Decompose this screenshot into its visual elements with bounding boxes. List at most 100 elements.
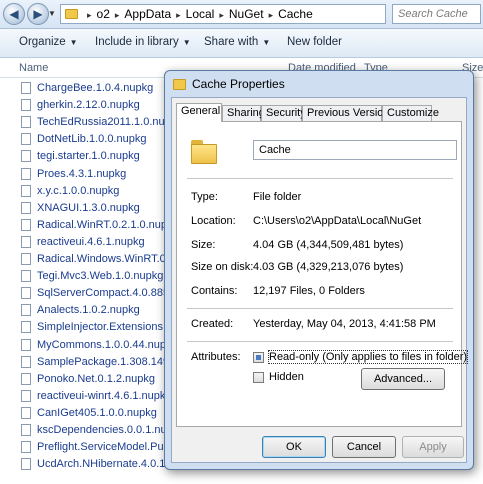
file-icon	[21, 458, 31, 471]
created-label: Created:	[191, 318, 234, 330]
forward-button[interactable]: ▶	[27, 3, 49, 25]
back-arrow-icon: ◀	[9, 7, 19, 21]
folder-name-field[interactable]: Cache	[253, 140, 457, 160]
file-name: TechEdRussia2011.1.0.nupkg	[37, 116, 183, 129]
file-icon	[21, 82, 31, 94]
file-icon	[21, 304, 31, 317]
file-name: CanIGet405.1.0.0.nupkg	[37, 406, 157, 419]
size-label: Size:	[191, 239, 216, 251]
breadcrumb-separator-icon[interactable]: ▸	[219, 6, 224, 23]
back-button[interactable]: ◀	[3, 3, 25, 25]
type-value: File folder	[253, 191, 302, 203]
cancel-button[interactable]: Cancel	[332, 436, 396, 458]
file-icon	[21, 235, 31, 248]
file-name: SqlServerCompact.4.0.8854.1	[37, 287, 185, 300]
file-name: XNAGUI.1.3.0.nupkg	[37, 201, 140, 214]
file-name: Radical.Windows.WinRT.0.2.1	[37, 253, 185, 265]
file-icon	[21, 218, 31, 231]
location-label: Location:	[191, 215, 236, 227]
breadcrumb-separator-icon[interactable]: ▸	[115, 6, 120, 23]
file-name: Radical.WinRT.0.2.1.0.nupkg	[37, 218, 179, 231]
properties-dialog: Cache Properties General Sharing Securit…	[164, 70, 474, 470]
file-icon	[21, 441, 31, 454]
file-name: Ponoko.Net.0.1.2.nupkg	[37, 372, 156, 385]
hidden-label[interactable]: Hidden	[269, 371, 304, 383]
tab-sharing[interactable]: Sharing	[222, 105, 265, 121]
breadcrumb-separator-icon[interactable]: ▸	[269, 6, 274, 23]
divider	[187, 308, 453, 309]
file-name: reactiveui.4.6.1.nupkg	[37, 235, 145, 248]
chevron-down-icon: ▼	[69, 38, 78, 47]
advanced-button[interactable]: Advanced...	[361, 368, 445, 390]
recent-pages-dropdown-icon[interactable]: ▼	[48, 9, 56, 18]
file-icon	[21, 133, 31, 146]
include-in-library-label: Include in library	[95, 36, 179, 48]
chevron-down-icon: ▼	[262, 38, 271, 47]
contains-value: 12,197 Files, 0 Folders	[253, 285, 365, 297]
file-icon	[21, 167, 31, 180]
file-name: MyCommons.1.0.0.44.nupkg	[37, 338, 178, 351]
breadcrumb-separator-icon[interactable]: ▸	[87, 6, 92, 23]
hidden-checkbox[interactable]	[253, 372, 264, 383]
folder-icon	[173, 79, 186, 90]
divider	[187, 178, 453, 179]
file-icon	[21, 184, 31, 197]
size-on-disk-label: Size on disk:	[191, 261, 254, 273]
file-name: Preflight.ServiceModel.Push.	[37, 441, 179, 454]
file-icon	[21, 389, 31, 402]
file-icon	[21, 424, 31, 436]
file-name: Analects.1.0.2.nupkg	[37, 304, 140, 317]
location-value: C:\Users\o2\AppData\Local\NuGet	[253, 215, 422, 227]
file-name: Tegi.Mvc3.Web.1.0.nupkg	[37, 270, 164, 283]
file-name: gherkin.2.12.0.nupkg	[37, 99, 140, 112]
file-name: reactiveui-winrt.4.6.1.nupkg	[37, 389, 172, 402]
file-icon	[21, 338, 31, 351]
breadcrumb[interactable]: ▸ o2 ▸ AppData ▸ Local ▸ NuGet ▸ Cache	[60, 4, 386, 24]
attributes-label: Attributes:	[191, 351, 241, 363]
breadcrumb-local[interactable]: Local	[186, 5, 215, 23]
dialog-body: General Sharing Security Previous Versio…	[171, 97, 469, 463]
search-input[interactable]: Search Cache	[392, 4, 481, 24]
breadcrumb-nuget[interactable]: NuGet	[229, 5, 264, 23]
dialog-titlebar: Cache Properties	[173, 76, 285, 92]
breadcrumb-cache[interactable]: Cache	[278, 5, 313, 23]
new-folder-button[interactable]: New folder	[287, 36, 342, 48]
file-icon	[21, 321, 31, 334]
file-name: tegi.starter.1.0.nupkg	[37, 150, 140, 163]
tab-security[interactable]: Security	[261, 105, 306, 121]
tab-general[interactable]: General	[176, 103, 222, 122]
dialog-title: Cache Properties	[192, 77, 285, 91]
breadcrumb-appdata[interactable]: AppData	[124, 5, 171, 23]
include-in-library-menu[interactable]: Include in library ▼	[95, 36, 191, 48]
size-on-disk-value: 4.03 GB (4,329,213,076 bytes)	[253, 261, 404, 273]
file-name: SimpleInjector.Extensions.2.0	[37, 321, 182, 334]
file-name: Proes.4.3.1.nupkg	[37, 167, 127, 180]
file-icon	[21, 270, 31, 283]
general-panel: Cache Type: File folder Location: C:\Use…	[176, 121, 469, 427]
column-name[interactable]: Name	[19, 62, 48, 74]
divider	[187, 341, 453, 342]
file-icon	[21, 287, 31, 300]
readonly-label[interactable]: Read-only (Only applies to files in fold…	[267, 350, 469, 364]
breadcrumb-separator-icon[interactable]: ▸	[176, 6, 181, 23]
file-icon	[21, 406, 31, 419]
created-value: Yesterday, May 04, 2013, 4:41:58 PM	[253, 318, 436, 330]
readonly-checkbox[interactable]	[253, 352, 264, 363]
tab-customize[interactable]: Customize	[382, 105, 439, 121]
organize-label: Organize	[19, 36, 66, 48]
ok-button[interactable]: OK	[262, 436, 326, 458]
forward-arrow-icon: ▶	[33, 7, 43, 21]
share-with-label: Share with	[204, 36, 259, 48]
file-icon	[21, 201, 31, 214]
tab-previous-versions[interactable]: Previous Versions	[302, 105, 395, 121]
organize-menu[interactable]: Organize ▼	[19, 36, 78, 48]
file-icon	[21, 355, 31, 368]
file-icon	[21, 253, 31, 265]
apply-button[interactable]: Apply	[402, 436, 464, 458]
breadcrumb-o2[interactable]: o2	[97, 5, 110, 23]
file-icon	[21, 372, 31, 385]
share-with-menu[interactable]: Share with ▼	[204, 36, 270, 48]
file-icon	[21, 116, 31, 129]
file-name: DotNetLib.1.0.0.nupkg	[37, 133, 147, 146]
file-name: x.y.c.1.0.0.nupkg	[37, 184, 120, 197]
